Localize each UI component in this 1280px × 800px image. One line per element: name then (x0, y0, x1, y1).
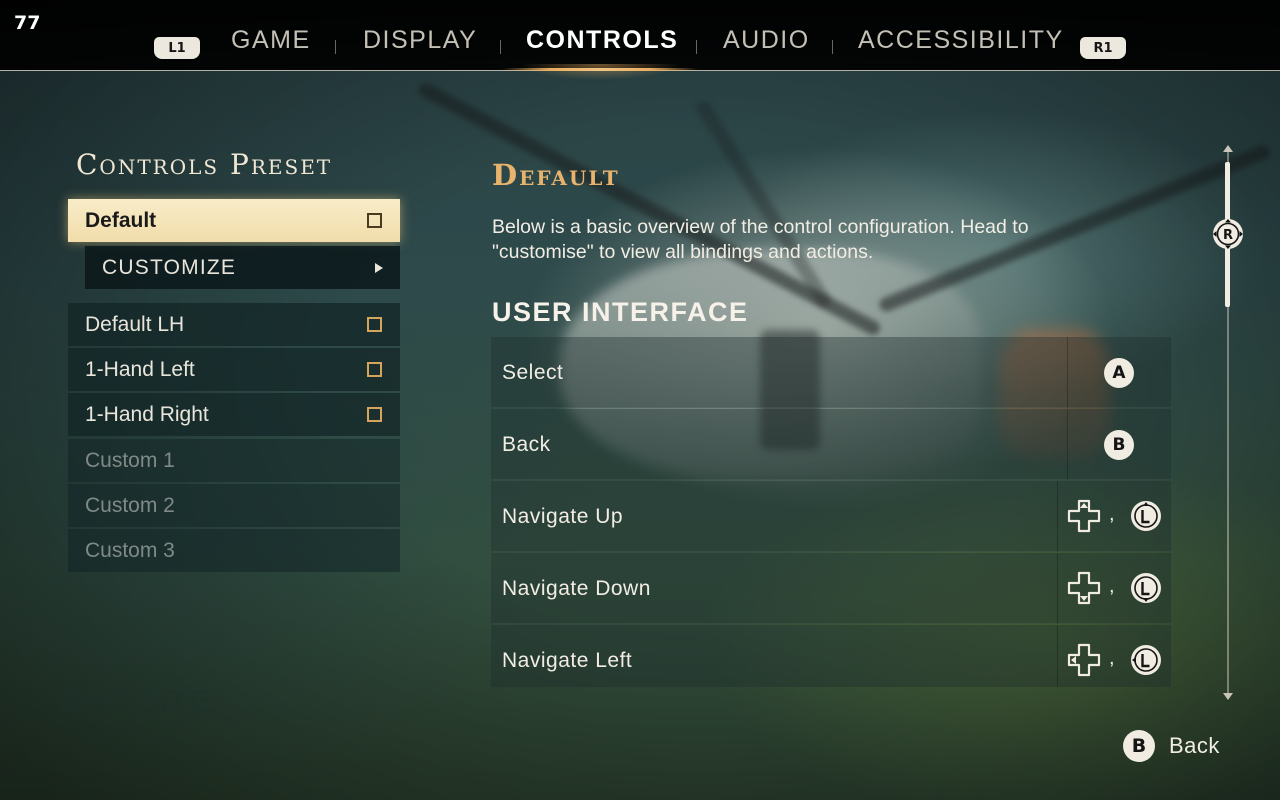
preset-item-custom-2[interactable]: Custom 2 (68, 484, 400, 527)
tab-divider (696, 40, 697, 54)
binding-row-select[interactable]: Select A (491, 337, 1171, 408)
tab-accessibility[interactable]: ACCESSIBILITY (858, 26, 1064, 55)
preset-item-label: Custom 1 (85, 448, 175, 472)
binding-row-back[interactable]: Back B (491, 409, 1171, 480)
active-tab-underline (502, 68, 698, 71)
tab-divider (500, 40, 501, 54)
binding-separator: , (1109, 575, 1115, 597)
chevron-right-icon (375, 262, 383, 273)
dpad-down-icon (1067, 571, 1101, 605)
binding-action-label: Navigate Left (502, 649, 633, 672)
preset-description: Below is a basic overview of the control… (492, 216, 1029, 263)
preset-item-label: 1-Hand Left (85, 357, 195, 381)
preset-item-custom-1[interactable]: Custom 1 (68, 439, 400, 482)
binding-separator: , (1109, 503, 1115, 525)
customize-label: CUSTOMIZE (102, 255, 237, 279)
preset-item-default-lh[interactable]: Default LH (68, 303, 400, 346)
left-stick-up-icon (1131, 501, 1161, 531)
preset-item-label: Default LH (85, 312, 185, 336)
checkbox-icon (367, 317, 382, 332)
right-stick-label: R (1223, 228, 1233, 243)
binding-action-label: Select (502, 361, 564, 384)
scroll-down-arrow-icon[interactable] (1223, 693, 1233, 700)
fps-counter: 77 (14, 12, 41, 34)
preset-item-label: Default (85, 208, 157, 232)
preset-item-custom-3[interactable]: Custom 3 (68, 529, 400, 572)
binding-separator: , (1109, 647, 1115, 669)
dpad-up-icon (1067, 499, 1101, 533)
left-stick-down-icon (1131, 573, 1161, 603)
checkbox-icon (367, 362, 382, 377)
left-stick-left-icon (1131, 645, 1161, 675)
binding-table: Select A Back B Navigate Up , Navigate D… (491, 337, 1171, 687)
user-interface-heading: USER INTERFACE (492, 297, 749, 327)
b-button-icon: B (1104, 430, 1134, 460)
customize-button[interactable]: CUSTOMIZE (85, 246, 400, 289)
preset-item-1-hand-right[interactable]: 1-Hand Right (68, 393, 400, 436)
checkbox-icon (367, 407, 382, 422)
tab-divider (335, 40, 336, 54)
binding-action-label: Navigate Down (502, 577, 651, 600)
controls-preset-title: Controls Preset (76, 148, 333, 181)
binding-divider (1057, 553, 1058, 624)
r1-bumper-icon[interactable]: R1 (1080, 37, 1126, 59)
tab-game[interactable]: GAME (231, 26, 311, 55)
binding-divider (1057, 625, 1058, 687)
preset-item-label: Custom 3 (85, 538, 175, 562)
tab-controls[interactable]: CONTROLS (526, 26, 678, 55)
preset-item-label: Custom 2 (85, 493, 175, 517)
active-tab-glow (520, 64, 680, 80)
preset-item-1-hand-left[interactable]: 1-Hand Left (68, 348, 400, 391)
b-button-icon: B (1123, 730, 1155, 762)
back-label: Back (1169, 733, 1220, 758)
binding-action-label: Navigate Up (502, 505, 624, 528)
a-button-icon: A (1104, 358, 1134, 388)
watermark: RPG SITE (62, 685, 211, 718)
tab-divider (832, 40, 833, 54)
checkbox-icon (367, 213, 382, 228)
preset-item-label: 1-Hand Right (85, 402, 209, 426)
binding-action-label: Back (502, 433, 551, 456)
binding-row-navigate-down[interactable]: Navigate Down , (491, 553, 1171, 624)
dpad-left-icon (1067, 643, 1101, 677)
tab-display[interactable]: DISPLAY (363, 26, 477, 55)
preset-detail-heading: Default (492, 158, 620, 192)
binding-divider (1057, 481, 1058, 552)
right-stick-icon: R (1213, 219, 1243, 249)
l1-bumper-icon[interactable]: L1 (154, 37, 200, 59)
tab-audio[interactable]: AUDIO (723, 26, 810, 55)
preset-item-default[interactable]: Default (68, 199, 400, 242)
binding-row-navigate-up[interactable]: Navigate Up , (491, 481, 1171, 552)
settings-tab-bar: 77 L1 GAME DISPLAY CONTROLS AUDIO ACCESS… (0, 0, 1280, 80)
binding-row-navigate-left[interactable]: Navigate Left , (491, 625, 1171, 687)
binding-divider (1067, 337, 1068, 408)
back-button[interactable]: B Back (1123, 730, 1220, 762)
binding-divider (1067, 409, 1068, 480)
